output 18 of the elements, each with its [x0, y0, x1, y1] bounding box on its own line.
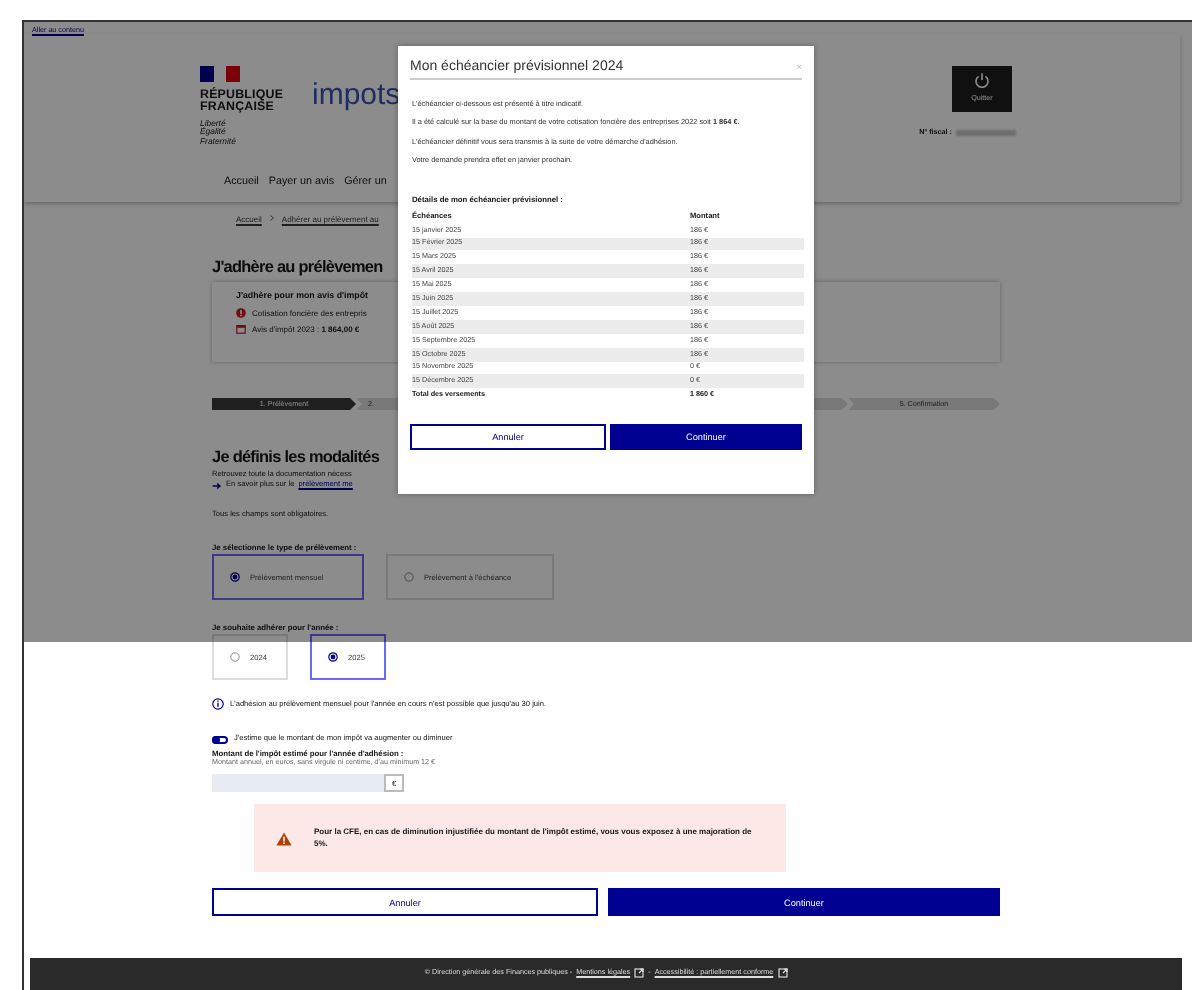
toggle-switch[interactable]	[212, 735, 228, 743]
power-icon	[974, 72, 990, 88]
external-link-icon	[777, 968, 788, 979]
calendar-icon	[236, 324, 246, 334]
external-link-icon	[634, 968, 645, 979]
radio-icon	[328, 652, 338, 662]
arrow-icon	[212, 481, 222, 489]
radio-icon	[404, 572, 414, 582]
warning-icon	[276, 831, 292, 845]
info-icon	[212, 698, 224, 710]
radio-icon	[230, 652, 240, 662]
amount-input[interactable]	[212, 774, 384, 792]
flag-icon	[200, 66, 240, 82]
page-title: J'adhère au prélèvemen	[212, 256, 383, 280]
radio-icon	[230, 572, 240, 582]
section-title: Je définis les modalités	[212, 446, 380, 470]
alert-icon	[236, 308, 246, 318]
site-name: impots	[312, 78, 401, 112]
